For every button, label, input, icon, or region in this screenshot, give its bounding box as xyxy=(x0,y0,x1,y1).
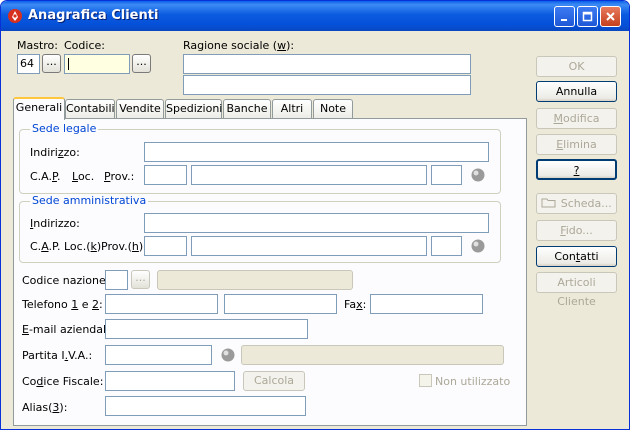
calcola-button[interactable]: Calcola xyxy=(243,371,305,391)
ragione-sociale-field-1[interactable] xyxy=(183,54,471,74)
prov-label: Prov.: xyxy=(104,170,135,183)
tab-spedizioni[interactable]: Spedizioni xyxy=(165,99,222,119)
sede-amm-indirizzo-field[interactable] xyxy=(144,213,489,233)
codice-field[interactable] xyxy=(64,54,130,74)
contatti-button[interactable]: Contatti xyxy=(536,246,617,267)
ragione-sociale-label: Ragione sociale (w): xyxy=(183,39,295,52)
text-caret xyxy=(68,58,69,70)
sede-legale-indirizzo-field[interactable] xyxy=(144,142,489,162)
mastro-value: 64 xyxy=(20,57,34,70)
sede-legale-loc-field[interactable] xyxy=(191,165,427,185)
tab-altri[interactable]: Altri xyxy=(272,99,312,119)
ok-button[interactable]: OK xyxy=(536,56,617,77)
piva-check-field xyxy=(241,345,504,365)
telefono-2-field[interactable] xyxy=(224,294,337,314)
non-utilizzato-checkbox[interactable] xyxy=(419,374,432,387)
amm-loc-label: Loc.(k) xyxy=(64,240,102,253)
email-field[interactable] xyxy=(105,319,308,339)
tab-generali[interactable]: Generali xyxy=(13,97,65,120)
maximize-button[interactable] xyxy=(577,6,598,27)
nazione-description-field xyxy=(157,270,353,290)
articoli-cliente-button[interactable]: Articoli Cliente xyxy=(536,272,617,308)
main-window: Anagrafica Clienti Mastro: Codice: Ragio… xyxy=(0,0,630,430)
tab-note[interactable]: Note xyxy=(313,99,353,119)
amm-prov-label: Prov.(h): xyxy=(101,240,147,253)
folder-icon xyxy=(541,198,556,208)
piva-field[interactable] xyxy=(105,345,212,365)
help-button[interactable]: ? xyxy=(536,159,617,180)
cap-label: C.A.P. xyxy=(30,170,61,183)
globe-icon[interactable] xyxy=(470,238,486,254)
window-title: Anagrafica Clienti xyxy=(28,8,159,23)
alias-label: Alias(3): xyxy=(22,401,68,414)
minimize-icon xyxy=(561,19,567,21)
piva-label: Partita I.V.A.: xyxy=(22,349,93,362)
close-button[interactable] xyxy=(600,6,621,27)
minimize-button[interactable] xyxy=(554,6,575,27)
sede-amm-prov-field[interactable] xyxy=(431,236,462,256)
tab-banche[interactable]: Banche xyxy=(223,99,271,119)
codice-nazione-label: Codice nazione: xyxy=(22,274,110,287)
email-label: E-mail aziendale: xyxy=(22,323,117,336)
fido-button[interactable]: Fido... xyxy=(536,220,617,241)
codice-label: Codice: xyxy=(64,39,105,52)
amm-cap-label: C.A.P. xyxy=(30,240,61,253)
tab-panel-generali: Sede legale Indirizzo: C.A.P. Loc. Prov.… xyxy=(13,118,527,426)
fax-label: Fax: xyxy=(344,298,367,311)
scheda-button[interactable]: Scheda... xyxy=(536,193,617,214)
modifica-button[interactable]: Modifica xyxy=(536,108,617,129)
title-bar[interactable]: Anagrafica Clienti xyxy=(1,1,629,31)
loc-label: Loc. xyxy=(72,170,95,183)
sede-amm-loc-field[interactable] xyxy=(191,236,427,256)
app-icon xyxy=(8,9,22,23)
telefono-1-field[interactable] xyxy=(105,294,218,314)
mastro-browse-button[interactable]: ... xyxy=(42,54,61,73)
sede-legale-title: Sede legale xyxy=(30,122,99,135)
globe-icon[interactable] xyxy=(220,347,236,363)
tab-vendite[interactable]: Vendite xyxy=(116,99,164,119)
scheda-label: Scheda... xyxy=(560,197,612,210)
codice-fiscale-field[interactable] xyxy=(105,371,235,391)
tab-contabili[interactable]: Contabili xyxy=(65,99,115,119)
codice-browse-button[interactable]: ... xyxy=(132,54,151,73)
alias-field[interactable] xyxy=(105,396,306,416)
telefono-label: Telefono 1 e 2: xyxy=(22,298,103,311)
indirizzo-label: Indirizzo: xyxy=(30,146,80,159)
ragione-sociale-field-2[interactable] xyxy=(183,75,471,95)
annulla-button[interactable]: Annulla xyxy=(536,81,617,102)
sede-amm-cap-field[interactable] xyxy=(144,236,187,256)
mastro-field[interactable]: 64 xyxy=(17,54,40,74)
globe-icon[interactable] xyxy=(470,167,486,183)
fax-field[interactable] xyxy=(370,294,483,314)
sede-legale-cap-field[interactable] xyxy=(144,165,187,185)
codice-nazione-browse-button[interactable]: ... xyxy=(131,270,150,289)
maximize-icon xyxy=(582,11,593,22)
sede-amministrativa-title: Sede amministrativa xyxy=(30,194,149,207)
elimina-button[interactable]: Elimina xyxy=(536,134,617,155)
close-icon xyxy=(606,12,615,21)
amm-indirizzo-label: Indirizzo: xyxy=(30,217,80,230)
codice-fiscale-label: Codice Fiscale: xyxy=(22,375,104,388)
non-utilizzato-label: Non utilizzato xyxy=(435,375,511,388)
codice-nazione-field[interactable] xyxy=(105,270,128,290)
mastro-label: Mastro: xyxy=(17,39,58,52)
sede-legale-prov-field[interactable] xyxy=(431,165,462,185)
